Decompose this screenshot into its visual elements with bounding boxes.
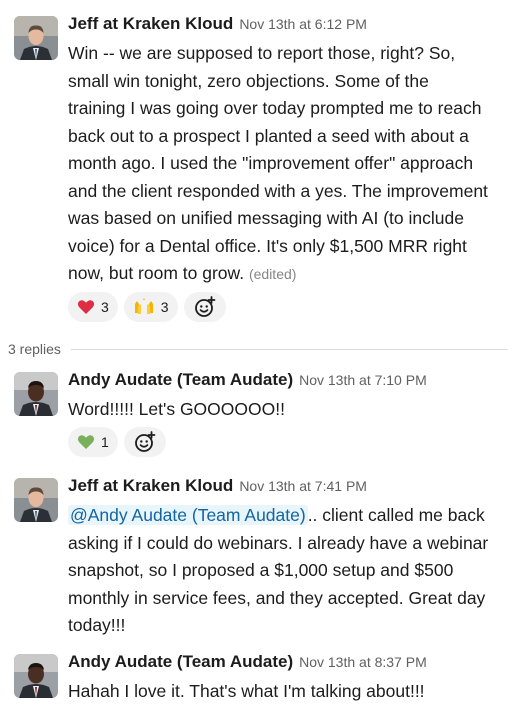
add-reaction-icon [134, 431, 156, 453]
message-text: @Andy Audate (Team Audate).. client call… [68, 505, 489, 635]
add-reaction-icon [194, 296, 216, 318]
author-name[interactable]: Andy Audate (Team Audate) [68, 370, 293, 389]
thread-replies-divider: 3 replies [8, 340, 508, 358]
author-name[interactable]: Andy Audate (Team Audate) [68, 652, 293, 671]
reaction-count: 3 [160, 299, 169, 315]
timestamp[interactable]: Nov 13th at 8:37 PM [299, 654, 427, 670]
author-name[interactable]: Jeff at Kraken Kloud [68, 476, 233, 495]
divider-line [70, 348, 508, 350]
add-reaction-button[interactable] [183, 292, 226, 322]
message-text: Win -- we are supposed to report those, … [68, 43, 488, 283]
user-mention[interactable]: @Andy Audate (Team Audate) [68, 505, 308, 525]
avatar[interactable] [14, 372, 58, 416]
reaction-bar: 3 3 [68, 292, 226, 322]
reaction-count: 3 [101, 299, 109, 315]
author-name[interactable]: Jeff at Kraken Kloud [68, 14, 233, 33]
reaction-green-heart[interactable]: 1 [68, 427, 118, 457]
raised-hands-emoji [133, 298, 155, 316]
avatar[interactable] [14, 654, 58, 698]
add-reaction-button[interactable] [123, 427, 166, 457]
edited-label: (edited) [248, 266, 297, 282]
timestamp[interactable]: Nov 13th at 6:12 PM [239, 16, 367, 32]
replies-count[interactable]: 3 replies [8, 341, 61, 357]
reaction-count: 1 [101, 434, 109, 450]
reaction-raised-hands[interactable]: 3 [123, 292, 178, 322]
reaction-heart[interactable]: 3 [68, 292, 118, 322]
avatar[interactable] [14, 16, 58, 60]
timestamp[interactable]: Nov 13th at 7:10 PM [299, 372, 427, 388]
message-text: Hahah I love it. That's what I'm talking… [68, 681, 425, 701]
green-heart-emoji [77, 433, 95, 451]
heart-emoji [77, 298, 95, 316]
reaction-bar: 1 [68, 427, 166, 457]
timestamp[interactable]: Nov 13th at 7:41 PM [239, 478, 367, 494]
message-text: Word!!!!! Let's GOOOOOO!! [68, 399, 285, 419]
avatar[interactable] [14, 478, 58, 522]
